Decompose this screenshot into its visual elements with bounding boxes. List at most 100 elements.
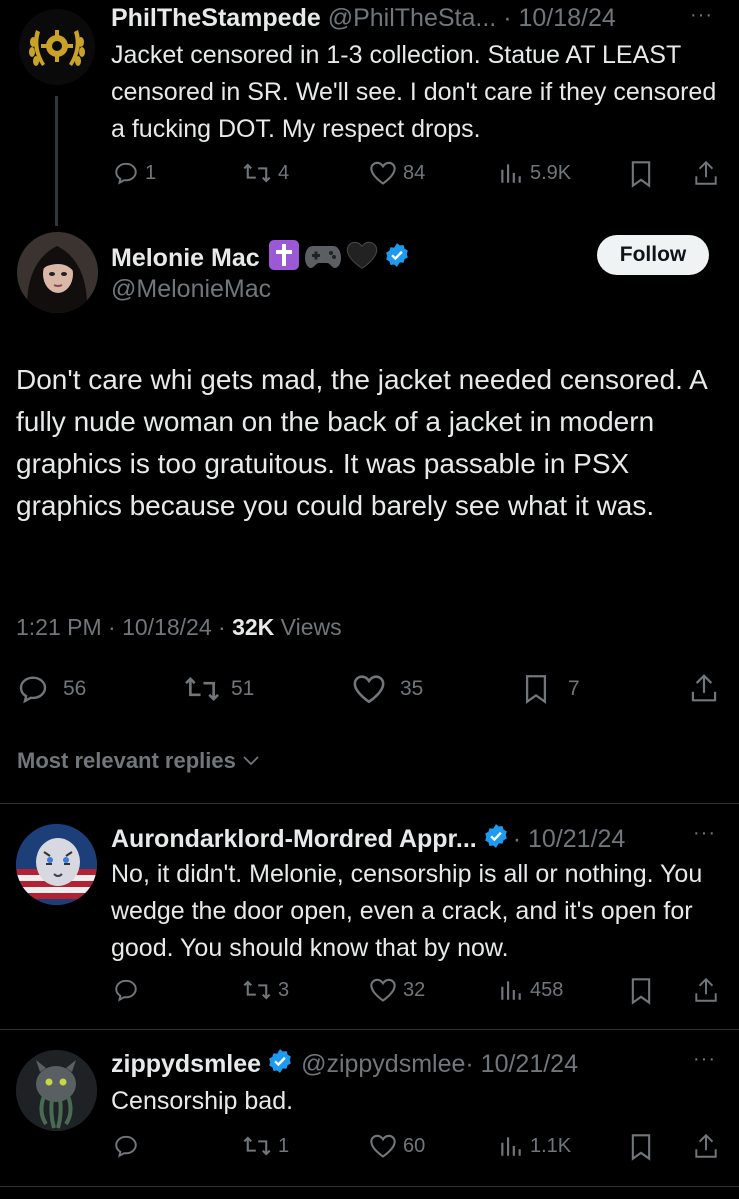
views-icon bbox=[498, 977, 524, 1003]
author-name-row[interactable]: Melonie Mac bbox=[111, 239, 410, 278]
views-count: 32K bbox=[232, 614, 275, 640]
retweet-icon bbox=[183, 673, 221, 705]
retweet-icon bbox=[242, 977, 272, 1003]
share-icon bbox=[689, 672, 719, 704]
views-count: 458 bbox=[530, 978, 564, 1001]
tweet-header: PhilTheStampede @PhilTheSta... · 10/18/2… bbox=[111, 4, 616, 33]
reply-text: Censorship bad. bbox=[111, 1087, 294, 1115]
share-button[interactable] bbox=[693, 159, 725, 187]
reply-header: zippydsmlee @zippydsmlee · 10/21/24 bbox=[111, 1048, 578, 1081]
like-button[interactable]: 60 bbox=[369, 1133, 425, 1159]
avatar-meloniemac[interactable] bbox=[17, 232, 98, 313]
views-count: 5.9K bbox=[530, 161, 572, 184]
bookmark-icon bbox=[522, 673, 550, 705]
reply-count: 56 bbox=[63, 677, 87, 700]
retweet-button[interactable]: 1 bbox=[242, 1133, 289, 1159]
more-options-icon[interactable]: ··· bbox=[693, 1048, 716, 1071]
heart-icon bbox=[352, 673, 386, 705]
thread-line bbox=[55, 96, 58, 226]
reply-icon bbox=[113, 977, 139, 1003]
share-icon bbox=[693, 976, 719, 1004]
follow-button[interactable]: Follow bbox=[597, 235, 709, 275]
more-options-icon[interactable]: ··· bbox=[693, 822, 716, 845]
laurel-logo-icon bbox=[19, 9, 95, 85]
reply-button[interactable]: 1 bbox=[113, 160, 156, 186]
more-options-icon[interactable]: ··· bbox=[690, 4, 713, 27]
share-button[interactable] bbox=[693, 1132, 725, 1160]
views-button[interactable]: 5.9K bbox=[498, 160, 571, 186]
retweet-icon bbox=[242, 160, 272, 186]
retweet-count: 4 bbox=[278, 161, 290, 184]
reply-icon bbox=[17, 673, 49, 705]
display-name[interactable]: Melonie Mac bbox=[111, 244, 260, 273]
reply-text: No, it didn't. Melonie, censorship is al… bbox=[111, 860, 703, 962]
tweet-text: Jacket censored in 1-3 collection. Statu… bbox=[111, 41, 717, 143]
reply-icon bbox=[113, 1133, 139, 1159]
retweet-count: 1 bbox=[278, 1134, 290, 1157]
tweet-meta: 1:21 PM · 10/18/24 · 32K Views bbox=[16, 614, 342, 641]
profile-photo-icon bbox=[17, 232, 98, 313]
bookmark-button[interactable]: 7 bbox=[522, 673, 580, 705]
like-count: 60 bbox=[403, 1134, 426, 1157]
sort-replies-dropdown[interactable]: Most relevant replies bbox=[17, 748, 261, 774]
bookmark-button[interactable] bbox=[628, 977, 660, 1005]
avatar-zippydsmlee[interactable] bbox=[16, 1050, 97, 1131]
like-button[interactable]: 32 bbox=[369, 977, 425, 1003]
views-button[interactable]: 458 bbox=[498, 977, 563, 1003]
bookmark-icon bbox=[628, 977, 654, 1005]
cross-emoji-icon bbox=[268, 239, 300, 278]
like-button[interactable]: 35 bbox=[352, 673, 423, 705]
bookmark-button[interactable] bbox=[628, 1133, 660, 1161]
bookmark-icon bbox=[628, 160, 654, 188]
cthulhu-cat-icon bbox=[16, 1050, 97, 1131]
divider bbox=[0, 1029, 739, 1030]
like-count: 32 bbox=[403, 978, 426, 1001]
display-name[interactable]: PhilTheStampede bbox=[111, 4, 321, 32]
gamepad-emoji-icon bbox=[304, 240, 342, 277]
like-button[interactable]: 84 bbox=[369, 160, 425, 186]
views-label: Views bbox=[274, 614, 342, 640]
avatar-philthestampede[interactable] bbox=[18, 8, 96, 86]
retweet-button[interactable]: 3 bbox=[242, 977, 289, 1003]
share-icon bbox=[693, 159, 719, 187]
views-count: 1.1K bbox=[530, 1134, 572, 1157]
reply-button[interactable] bbox=[113, 1133, 145, 1159]
views-icon bbox=[498, 1133, 524, 1159]
handle[interactable]: @zippydsmlee bbox=[301, 1050, 465, 1079]
handle[interactable]: @MelonieMac bbox=[111, 275, 271, 304]
divider bbox=[0, 803, 739, 804]
divider bbox=[0, 1186, 739, 1187]
tweet-date[interactable]: · 10/21/24 bbox=[513, 825, 626, 854]
reply-count: 1 bbox=[145, 161, 157, 184]
avatar-aurondarklord[interactable] bbox=[16, 824, 97, 905]
retweet-button[interactable]: 51 bbox=[183, 673, 254, 705]
share-button[interactable] bbox=[689, 672, 725, 704]
tweet-date[interactable]: · 10/21/24 bbox=[465, 1050, 578, 1079]
bookmark-button[interactable] bbox=[628, 160, 660, 188]
reply-button[interactable]: 56 bbox=[17, 673, 86, 705]
reply-button[interactable] bbox=[113, 977, 145, 1003]
like-count: 35 bbox=[400, 677, 424, 700]
bookmark-count: 7 bbox=[568, 677, 580, 700]
display-name[interactable]: zippydsmlee bbox=[111, 1050, 261, 1079]
display-name[interactable]: Aurondarklord-Mordred Appr... bbox=[111, 825, 477, 854]
heart-icon bbox=[369, 160, 397, 186]
reply-icon bbox=[113, 160, 139, 186]
verified-badge-icon bbox=[384, 242, 410, 275]
like-count: 84 bbox=[403, 161, 426, 184]
heart-icon bbox=[369, 1133, 397, 1159]
views-icon bbox=[498, 160, 524, 186]
heart-icon bbox=[369, 977, 397, 1003]
sort-label: Most relevant replies bbox=[17, 748, 236, 773]
retweet-button[interactable]: 4 bbox=[242, 160, 289, 186]
tweet-text: Don't care whi gets mad, the jacket need… bbox=[16, 364, 707, 521]
share-icon bbox=[693, 1132, 719, 1160]
tweet-date[interactable]: · 10/18/24 bbox=[503, 4, 616, 32]
verified-badge-icon bbox=[267, 1048, 293, 1081]
retweet-count: 51 bbox=[231, 677, 255, 700]
share-button[interactable] bbox=[693, 976, 725, 1004]
chevron-down-icon bbox=[241, 751, 261, 771]
handle[interactable]: @PhilTheSta... bbox=[328, 4, 497, 32]
tweet-timestamp[interactable]: 1:21 PM · 10/18/24 · bbox=[16, 614, 232, 640]
views-button[interactable]: 1.1K bbox=[498, 1133, 571, 1159]
